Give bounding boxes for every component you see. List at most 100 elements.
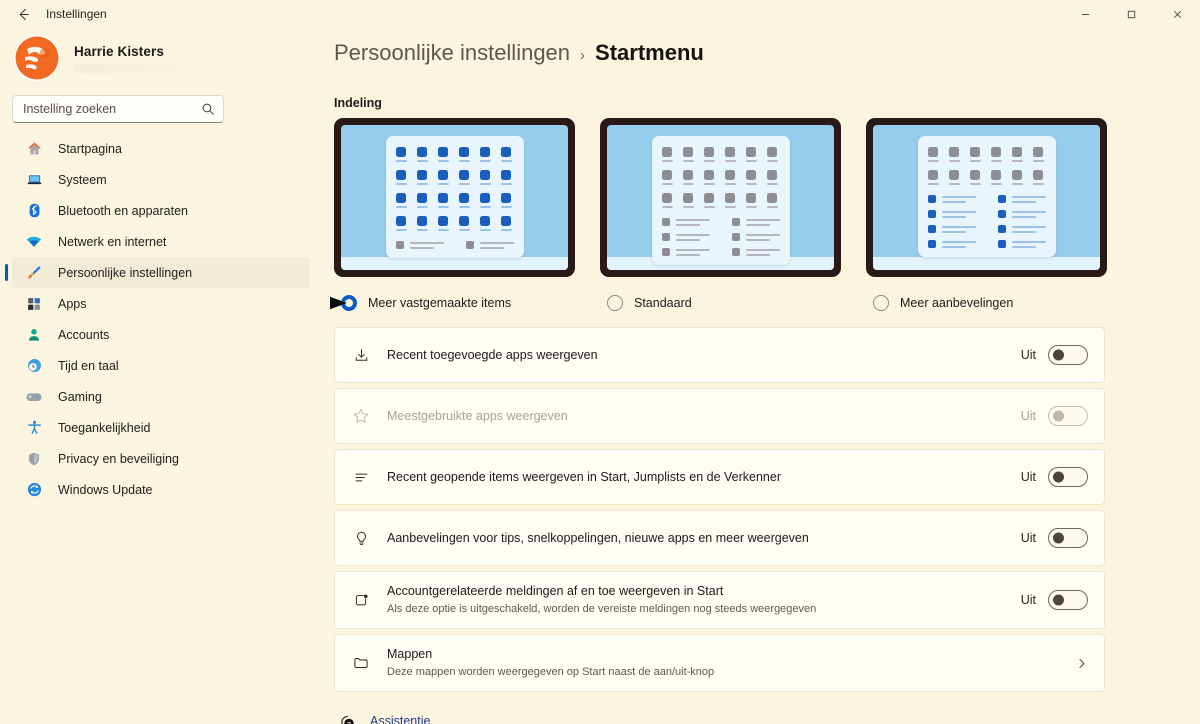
layout-option-more-recommendations[interactable]: Meer aanbevelingen [866,118,1107,311]
preview-recommendation-rows [395,241,514,249]
maximize-button[interactable] [1108,0,1154,28]
apps-icon [24,294,44,314]
preview-pin [416,216,428,231]
setting-row-recently-added-apps[interactable]: Recent toegevoegde apps weergeven Uit [334,327,1105,383]
setting-row-text: Accountgerelateerde meldingen af en toe … [387,583,1021,617]
sidebar-item-label: Persoonlijke instellingen [58,265,193,280]
setting-row-text: Mappen Deze mappen worden weergegeven op… [387,646,1075,680]
preview-pin-grid [395,147,514,231]
layout-preview-more-pins[interactable] [334,118,575,277]
setting-row-text: Recent toegevoegde apps weergeven [387,347,1021,364]
preview-pin [1033,170,1045,185]
preview-pin [480,216,492,231]
sidebar-item-gaming[interactable]: Gaming [12,381,310,412]
layout-option-standard[interactable]: Standaard [600,118,841,311]
preview-pin [991,170,1002,185]
preview-pin [767,193,779,208]
sidebar-item-toegankelijkheid[interactable]: Toegankelijkheid [12,412,310,443]
preview-recommendation-item [731,233,780,241]
toggle-recommendations[interactable] [1048,528,1088,548]
sidebar-item-startpagina[interactable]: Startpagina [12,133,310,164]
layout-radio-row-more-pins[interactable]: Meer vastgemaakte items [330,295,575,311]
preview-recommendation-row [927,225,1046,233]
radio-more-recommendations[interactable] [873,295,889,311]
profile-email-redacted [74,63,192,73]
sidebar-item-systeem[interactable]: Systeem [12,164,310,195]
setting-row-folders[interactable]: Mappen Deze mappen worden weergegeven op… [334,634,1105,692]
sidebar-item-tijd-en-taal[interactable]: Tijd en taal [12,350,310,381]
sidebar-item-label: Startpagina [58,141,122,156]
setting-row-recommendations[interactable]: Aanbevelingen voor tips, snelkoppelingen… [334,510,1105,566]
toggle-account-notifications[interactable] [1048,590,1088,610]
preview-pin [459,216,470,231]
window-title: Instellingen [46,7,107,21]
preview-pin [459,170,470,185]
layout-option-more-pins[interactable]: Meer vastgemaakte items [330,118,575,311]
preview-pin [948,170,960,185]
avatar-image [14,35,60,81]
preview-recommendation-item [661,233,710,241]
preview-recommendation-row [661,218,780,226]
preview-pin [395,216,407,231]
sidebar-item-privacy[interactable]: Privacy en beveiliging [12,443,310,474]
setting-row-recently-opened-items[interactable]: Recent geopende items weergeven in Start… [334,449,1105,505]
chevron-right-icon[interactable] [1075,657,1088,670]
page-title: Startmenu [595,40,704,65]
search-input[interactable] [23,102,201,116]
layout-radio-row-standard[interactable]: Standaard [600,295,841,311]
sidebar-item-label: Gaming [58,389,102,404]
preview-recommendation-row [927,210,1046,218]
preview-recommendation-item [731,248,780,256]
setting-row-account-notifications[interactable]: Accountgerelateerde meldingen af en toe … [334,571,1105,629]
bluetooth-icon [24,201,44,221]
setting-row-control: Uit [1021,345,1088,365]
sidebar-item-accounts[interactable]: Accounts [12,319,310,350]
toggle-state-label: Uit [1020,409,1036,423]
preview-start-panel [917,136,1056,257]
sidebar-item-netwerk[interactable]: Netwerk en internet [12,226,310,257]
preview-pin [969,147,981,162]
preview-recommendation-item [997,195,1046,203]
window-controls [1062,0,1200,28]
shield-icon [24,449,44,469]
preview-pin [480,170,492,185]
preview-recommendation-rows [927,195,1046,248]
sidebar-item-apps[interactable]: Apps [12,288,310,319]
sidebar-item-persoonlijke-instellingen[interactable]: Persoonlijke instellingen [5,257,310,288]
sidebar-item-label: Tijd en taal [58,358,119,373]
minimize-button[interactable] [1062,0,1108,28]
back-button[interactable] [8,2,38,26]
lightbulb-icon [349,526,373,550]
search-box[interactable] [12,95,224,123]
preview-pin [501,193,513,208]
layout-option-label: Meer aanbevelingen [900,296,1014,310]
star-icon [349,404,373,428]
toggle-recently-opened-items[interactable] [1048,467,1088,487]
layout-preview-more-recommendations[interactable] [866,118,1107,277]
breadcrumb-parent-link[interactable]: Persoonlijke instellingen [334,40,570,66]
assistance-link[interactable]: Assistentie [370,714,430,724]
layout-preview-standard[interactable] [600,118,841,277]
toggle-state-label: Uit [1020,470,1036,484]
layout-radio-row-more-recommendations[interactable]: Meer aanbevelingen [866,295,1107,311]
profile-section[interactable]: Harrie Kisters [0,28,318,90]
setting-row-most-used-apps: Meestgebruikte apps weergeven Uit [334,388,1105,444]
sidebar-item-bluetooth[interactable]: Bluetooth en apparaten [12,195,310,226]
sidebar-item-windows-update[interactable]: Windows Update [12,474,310,505]
preview-pin-grid [661,147,780,208]
layout-options: Meer vastgemaakte items Standaard Meer a… [330,118,1200,311]
preview-pin [501,147,513,162]
close-button[interactable] [1154,0,1200,28]
toggle-recently-added-apps[interactable] [1048,345,1088,365]
preview-pin [703,193,715,208]
help-question-icon: ? [336,710,358,724]
preview-pin [927,170,939,185]
preview-recommendation-row [661,248,780,256]
preview-pin [767,147,779,162]
setting-row-control: Uit [1021,528,1088,548]
preview-pin [395,147,407,162]
radio-standard[interactable] [607,295,623,311]
setting-row-title: Meestgebruikte apps weergeven [387,408,568,423]
laptop-icon [24,170,44,190]
preview-pin [725,170,736,185]
